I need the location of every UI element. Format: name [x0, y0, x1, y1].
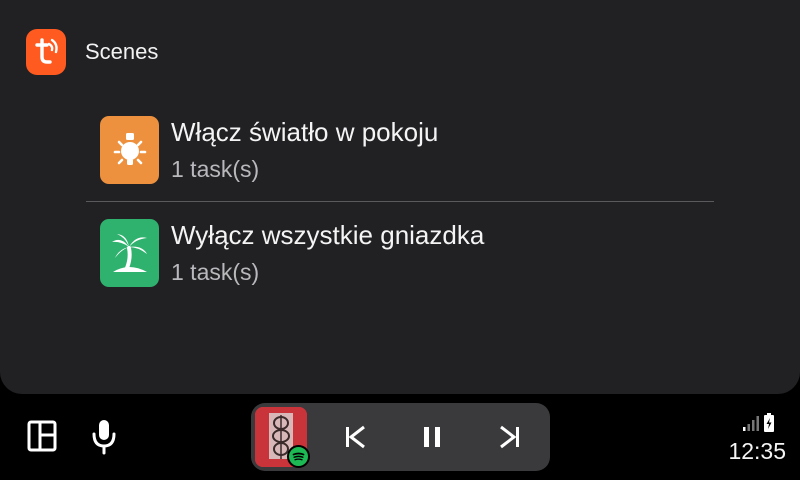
page-title: Scenes: [85, 39, 159, 64]
scene-list: Włącz światło w pokoju 1 task(s) Wyłącz …: [86, 98, 714, 304]
spotify-icon: [287, 445, 310, 468]
pause-icon[interactable]: [418, 423, 446, 451]
app-grid-icon[interactable]: [24, 418, 60, 454]
battery-charging-icon: [763, 413, 775, 438]
media-controls: [251, 403, 550, 471]
scene-task-count: 1 task(s): [171, 155, 260, 182]
status-area: 12:35: [716, 412, 786, 472]
scene-task-count: 1 task(s): [171, 259, 260, 285]
tuya-smart-logo-icon: [26, 29, 66, 75]
palm-tree-icon: [100, 219, 159, 287]
skip-previous-icon[interactable]: [341, 423, 369, 451]
scene-item-sockets-off[interactable]: Wyłącz wszystkie gniazdka 1 task(s): [86, 201, 714, 304]
app-header: Scenes: [26, 28, 158, 76]
scene-name: Wyłącz wszystkie gniazdka: [171, 220, 485, 250]
scene-item-light-on[interactable]: Włącz światło w pokoju 1 task(s): [86, 98, 714, 201]
taskbar: 12:35: [0, 394, 800, 480]
cell-signal-icon: [742, 414, 760, 437]
microphone-icon[interactable]: [88, 418, 120, 456]
status-clock: 12:35: [728, 438, 786, 464]
lightbulb-icon: [100, 115, 159, 184]
scene-name: Włącz światło w pokoju: [171, 116, 439, 147]
skip-next-icon[interactable]: [496, 423, 524, 451]
scenes-panel: Scenes Włącz światło w pokoju 1 task(s) …: [0, 0, 800, 394]
